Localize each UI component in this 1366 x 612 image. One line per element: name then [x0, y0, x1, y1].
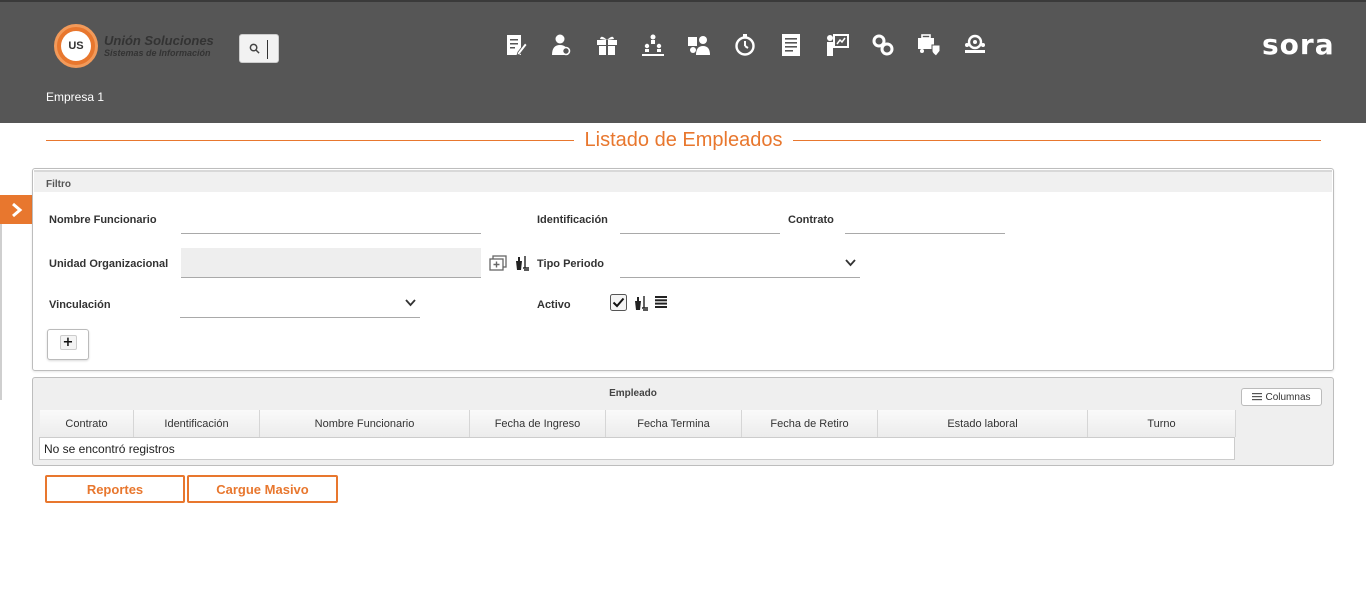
column-header-fecha-termina[interactable]: Fecha Termina: [606, 410, 742, 437]
page-title-row: Listado de Empleados: [46, 126, 1322, 154]
plus-icon: +: [59, 335, 77, 350]
clear-unit-icon[interactable]: [514, 255, 530, 271]
page-title: Listado de Empleados: [584, 128, 783, 151]
chevron-right-icon: [11, 202, 22, 217]
table-heading: Empleado: [609, 388, 657, 399]
contrato-label: Contrato: [788, 214, 834, 226]
shield-truck-icon[interactable]: [906, 30, 952, 60]
empty-table-message: No se encontró registros: [39, 437, 1235, 460]
list-icon[interactable]: [655, 296, 667, 308]
nombre-funcionario-label: Nombre Funcionario: [49, 214, 157, 226]
chevron-down-icon: [845, 259, 856, 267]
title-divider-right: [793, 139, 1322, 141]
tipo-periodo-label: Tipo Periodo: [537, 258, 605, 270]
employee-table-panel: Empleado Columnas Contrato Identificació…: [32, 377, 1334, 466]
sidebar-edge: [0, 224, 2, 400]
logo-emblem: US: [54, 24, 98, 68]
unidad-organizacional-input[interactable]: [181, 248, 481, 278]
identificacion-input[interactable]: [620, 204, 780, 234]
sidebar-toggle[interactable]: [0, 195, 33, 224]
gift-icon[interactable]: [584, 30, 630, 60]
timer-icon[interactable]: [722, 30, 768, 60]
logo-mark: US: [61, 31, 91, 61]
app-header: US Unión Soluciones Sistemas de Informac…: [0, 0, 1366, 123]
tipo-periodo-select[interactable]: [620, 248, 860, 278]
filter-panel: Filtro Nombre Funcionario Identificación…: [32, 168, 1334, 371]
user-group-icon[interactable]: [676, 30, 722, 60]
vinculacion-select[interactable]: [180, 288, 420, 318]
column-header-turno[interactable]: Turno: [1088, 410, 1236, 437]
settings-cogs-icon[interactable]: [860, 30, 906, 60]
user-admin-icon[interactable]: [538, 30, 584, 60]
columns-button-label: Columnas: [1265, 391, 1311, 403]
activo-checkbox[interactable]: [610, 294, 627, 311]
search-button[interactable]: [239, 34, 279, 63]
module-toolbar: [492, 30, 998, 60]
nombre-funcionario-input[interactable]: [181, 204, 481, 234]
vinculacion-label: Vinculación: [49, 299, 111, 311]
org-chart-icon[interactable]: [630, 30, 676, 60]
column-header-contrato[interactable]: Contrato: [40, 410, 134, 437]
add-unit-icon[interactable]: [489, 255, 507, 271]
presentation-icon[interactable]: [814, 30, 860, 60]
unidad-organizacional-label: Unidad Organizacional: [49, 258, 169, 270]
column-header-nombre-funcionario[interactable]: Nombre Funcionario: [260, 410, 470, 437]
activo-label: Activo: [537, 299, 571, 311]
company-name[interactable]: Empresa 1: [46, 90, 104, 104]
identificacion-label: Identificación: [537, 214, 608, 226]
column-header-estado-laboral[interactable]: Estado laboral: [878, 410, 1088, 437]
add-filter-button[interactable]: +: [47, 329, 89, 360]
cargue-masivo-button[interactable]: Cargue Masivo: [187, 475, 338, 503]
column-header-fecha-ingreso[interactable]: Fecha de Ingreso: [470, 410, 606, 437]
brand-logo[interactable]: US Unión Soluciones Sistemas de Informac…: [54, 24, 214, 68]
title-divider-left: [46, 139, 574, 141]
brand-subtitle: Sistemas de Información: [104, 48, 211, 58]
document-edit-icon[interactable]: [492, 30, 538, 60]
clear-activo-icon[interactable]: [633, 295, 649, 311]
search-icon: [249, 43, 260, 54]
contrato-input[interactable]: [845, 204, 1005, 234]
group-settings-icon[interactable]: [952, 30, 998, 60]
app-logo-sora: sora: [1262, 28, 1335, 61]
reportes-button[interactable]: Reportes: [45, 475, 185, 503]
column-header-identificacion[interactable]: Identificación: [134, 410, 260, 437]
column-header-fecha-retiro[interactable]: Fecha de Retiro: [742, 410, 878, 437]
report-icon[interactable]: [768, 30, 814, 60]
table-header-row: Contrato Identificación Nombre Funcionar…: [40, 410, 1236, 437]
columns-icon: [1252, 393, 1263, 401]
chevron-down-icon: [405, 299, 416, 307]
brand-title: Unión Soluciones: [104, 33, 214, 48]
filter-heading: Filtro: [34, 170, 1332, 192]
columns-button[interactable]: Columnas: [1241, 388, 1322, 406]
